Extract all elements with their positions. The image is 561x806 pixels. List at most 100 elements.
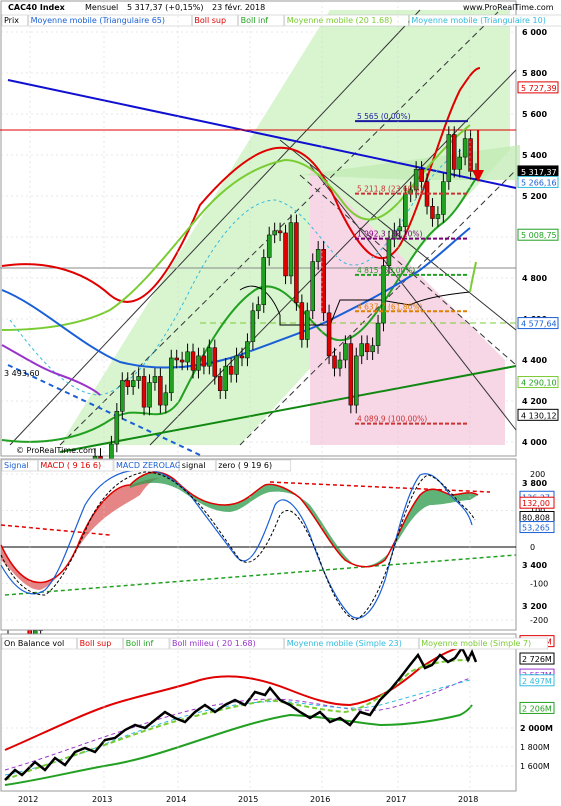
legend-item: Signal: [4, 461, 29, 470]
price-badge: 5 266,16: [521, 178, 557, 187]
candle-body: [294, 222, 299, 303]
left-price-label: 3 493,60: [4, 369, 40, 378]
candle-body: [152, 376, 158, 383]
candle-body: [190, 351, 196, 371]
price-badge: 5 008,75: [521, 231, 557, 240]
macd-tick-label: 0: [530, 543, 535, 552]
candle-body: [141, 376, 147, 408]
candle-body: [223, 365, 228, 391]
candle-body: [120, 380, 125, 412]
fib-label: 1 992,3 (38,20%): [357, 230, 423, 239]
price-tick-label: 5 200: [522, 192, 547, 201]
macd-badge: 53,265: [522, 524, 550, 533]
candle-body: [305, 310, 310, 340]
macd-tick-label: -200: [530, 616, 548, 625]
macd-legend: Signal MACD ( 9 16 6) MACD ZEROLAG signal ze…: [1, 459, 292, 472]
candle-body: [185, 351, 190, 363]
legend-item: MACD ZEROLAG: [116, 461, 181, 470]
candle-body: [354, 355, 359, 406]
time-tick-label: 2014: [166, 795, 186, 804]
candle-body: [337, 359, 343, 369]
main-legend: Prix Moyenne mobile (Triangulaire 65) Boll…: [1, 14, 561, 27]
candle-body: [201, 355, 207, 367]
candle-body: [261, 257, 267, 305]
candle-body: [125, 380, 130, 387]
candle-body: [419, 169, 424, 182]
fib-label: 5 211,8 (23,60%): [357, 185, 423, 194]
price-badge: 4 577,64: [521, 320, 557, 329]
chart-root: 5 565 (0,00%) 5 211,8 (23,60%) 1 992,3 (38…: [0, 0, 561, 806]
legend-item: Moyenne mobile (20 1.68): [287, 16, 393, 25]
price-badge: 5 317,37: [521, 168, 557, 177]
price-badge: 4 290,10: [521, 379, 557, 388]
candle-body: [430, 206, 435, 219]
brand-link[interactable]: www.ProRealTime.com: [463, 3, 554, 12]
candle-body: [364, 343, 370, 353]
time-tick-label: 2012: [18, 795, 38, 804]
candle-body: [250, 310, 256, 342]
candle-body: [370, 345, 375, 353]
fib-label: 5 565 (0,00%): [357, 112, 411, 121]
time-tick-label: 2015: [238, 795, 258, 804]
candle-body: [375, 322, 381, 346]
price-tick-label: 3 400: [522, 561, 547, 570]
legend-item: Boll inf: [241, 16, 269, 25]
price-tick-label: 6 000: [522, 28, 547, 37]
chart-period: Mensuel: [85, 3, 118, 12]
fib-label: 4 637,7 (61,80%): [357, 302, 423, 311]
candle-body: [207, 347, 212, 367]
candle-body: [332, 355, 337, 369]
chart-title: CAC40 Index: [8, 3, 66, 12]
price-tick-label: 3 200: [522, 602, 547, 611]
candle-body: [277, 230, 283, 234]
time-tick-label: 2018: [458, 795, 478, 804]
legend-item: Moyenne mobile (Triangulaire 65): [31, 16, 165, 25]
candle-body: [359, 343, 364, 357]
candle-body: [174, 357, 179, 361]
obv-tick-label: 1 600M: [520, 762, 550, 771]
obv-legend: On Balance vol Boll sup Boll inf Boll milie…: [1, 637, 548, 650]
candle-body: [310, 261, 315, 312]
candle-body: [234, 355, 239, 375]
candle-body: [163, 392, 169, 406]
fib-label: 4 089,9 (100,00%): [357, 415, 427, 424]
price-tick-label: 4 800: [522, 274, 547, 283]
legend-item: On Balance vol: [4, 639, 64, 648]
candle-body: [441, 181, 446, 215]
candle-body: [283, 232, 288, 277]
legend-item: Boll inf: [126, 639, 154, 648]
legend-item: Moyenne mobile (Triangulaire 10): [411, 16, 545, 25]
obv-tick-label: 1 800M: [520, 743, 550, 752]
price-badge: 4 130,12: [521, 411, 557, 420]
obv-tick-label: 2 000M: [520, 724, 553, 733]
candle-body: [239, 355, 245, 359]
candle-body: [217, 376, 223, 391]
macd-badge: 132,00: [522, 499, 550, 508]
time-tick-label: 2017: [386, 795, 406, 804]
candle-body: [348, 343, 354, 406]
legend-item: Moyenne mobile (Simple 23): [287, 639, 402, 648]
legend-item: Boll milieu ( 20 1.68): [172, 639, 256, 648]
candle-body: [326, 312, 332, 357]
candle-body: [272, 230, 277, 236]
macd-tick-label: -100: [530, 580, 548, 589]
watermark: © ProRealTime.com: [16, 446, 96, 455]
candle-body: [451, 134, 457, 170]
candle-body: [403, 193, 408, 227]
obv-badge: 2 726M: [522, 655, 552, 664]
legend-item: Prix: [4, 16, 19, 25]
chart-price-info: 5 317,37 (+0,15%): [127, 3, 204, 12]
price-tick-label: 4 200: [522, 397, 547, 406]
candle-body: [228, 365, 234, 375]
candle-body: [315, 249, 321, 262]
candle-body: [130, 380, 136, 387]
candle-body: [462, 138, 468, 158]
candle-body: [147, 382, 152, 408]
candle-body: [288, 222, 294, 277]
candle-body: [266, 234, 272, 258]
candle-body: [136, 376, 141, 381]
price-tick-label: 5 400: [522, 151, 547, 160]
legend-item: signal: [182, 461, 206, 470]
candle-body: [196, 355, 201, 371]
candle-body: [179, 359, 185, 363]
